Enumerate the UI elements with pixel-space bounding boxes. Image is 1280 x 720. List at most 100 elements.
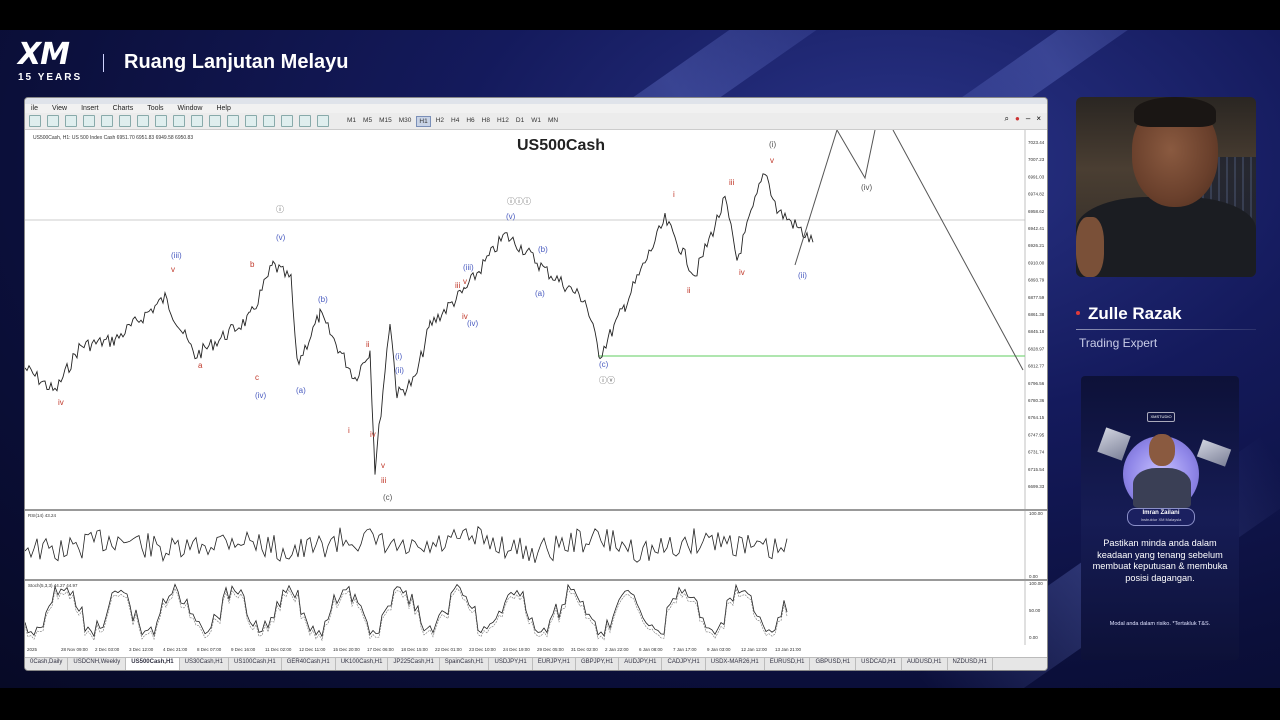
timeframe-button[interactable]: H12: [495, 116, 511, 127]
time-tick-label: 15 Dec 20:00: [333, 647, 360, 652]
terminal-icon[interactable]: [101, 115, 113, 127]
time-tick-label: 12 Jan 12:00: [741, 647, 768, 652]
vertical-line-icon[interactable]: [209, 115, 221, 127]
time-tick-label: 8 Dec 07:00: [197, 647, 222, 652]
ad-message: Pastikan minda anda dalam keadaan yang t…: [1092, 538, 1228, 583]
time-tick-label: 11 Dec 02:00: [265, 647, 292, 652]
timeframe-button[interactable]: H2: [434, 116, 446, 127]
rsi-line: [25, 525, 788, 563]
timeframe-button[interactable]: H4: [449, 116, 461, 127]
price-tick-label: 7023.44: [1028, 140, 1045, 145]
shapes-icon[interactable]: [317, 115, 329, 127]
chart-tab[interactable]: USDCNH,Weekly: [68, 658, 127, 670]
timeframe-button[interactable]: MN: [546, 116, 560, 127]
wave-label: (v): [276, 233, 286, 242]
chart-tab[interactable]: EURJPY,H1: [533, 658, 576, 670]
grid-icon[interactable]: [155, 115, 167, 127]
menu-item[interactable]: View: [52, 105, 67, 112]
chart-tab[interactable]: NZDUSD,H1: [948, 658, 993, 670]
menu-bar: ile View Insert Charts Tools Window Help: [25, 104, 1047, 113]
wave-label: b: [250, 260, 255, 269]
chart-tab[interactable]: US30Cash,H1: [180, 658, 229, 670]
zoom-in-icon[interactable]: [119, 115, 131, 127]
chart-tab[interactable]: GER40Cash,H1: [282, 658, 336, 670]
market-watch-icon[interactable]: [65, 115, 77, 127]
menu-item[interactable]: Charts: [113, 105, 134, 112]
timeframe-button[interactable]: D1: [514, 116, 526, 127]
notifications-icon[interactable]: ●: [1015, 114, 1020, 124]
chart-tab[interactable]: EURUSD,H1: [765, 658, 811, 670]
navigator-icon[interactable]: [83, 115, 95, 127]
cursor-icon[interactable]: [173, 115, 185, 127]
timeframe-button[interactable]: H6: [464, 116, 476, 127]
time-tick-label: 4 Dec 21:00: [163, 647, 188, 652]
chart-tab[interactable]: GBPUSD,H1: [810, 658, 857, 670]
menu-item[interactable]: ile: [31, 105, 38, 112]
presenter-camera: [1076, 97, 1256, 277]
logo-text: XM: [18, 37, 70, 72]
trendline-icon[interactable]: [245, 115, 257, 127]
time-tick-label: 3 Dec 12:00: [129, 647, 154, 652]
timeframe-button[interactable]: M30: [397, 116, 414, 127]
wave-label: v: [171, 265, 175, 274]
stoch-main-line: [25, 583, 788, 638]
price-tick-label: 6845.18: [1028, 329, 1045, 334]
search-icon[interactable]: ⌕: [1005, 114, 1009, 124]
chart-tab[interactable]: USDCAD,H1: [856, 658, 902, 670]
chart-tab[interactable]: USDX-MAR26,H1: [706, 658, 765, 670]
new-chart-icon[interactable]: [29, 115, 41, 127]
chart-tab[interactable]: JP225Cash,H1: [388, 658, 440, 670]
close-icon[interactable]: ×: [1036, 114, 1041, 124]
timeframe-button[interactable]: M5: [361, 116, 374, 127]
price-chart[interactable]: iv(iii)vabc(iv)(v)ⓘ(b)(a)iiiiiiivv(i)(ii…: [25, 129, 1047, 658]
crosshair-icon[interactable]: [191, 115, 203, 127]
rsi-scale-label: 0.00: [1029, 574, 1038, 579]
promo-card: XMSTUDIO Imran Zailani Instruktur XM Mal…: [1081, 376, 1239, 660]
menu-item[interactable]: Help: [216, 105, 230, 112]
menu-item[interactable]: Insert: [81, 105, 99, 112]
time-tick-label: 18 Dec 15:00: [401, 647, 428, 652]
chart-tab[interactable]: US500Cash,H1: [126, 658, 180, 670]
timeframe-button[interactable]: M1: [345, 116, 358, 127]
projection-line: [794, 129, 838, 266]
projection-line: [892, 129, 1024, 371]
wave-label: (iv): [467, 319, 478, 328]
horizontal-line-icon[interactable]: [227, 115, 239, 127]
presenter-hair: [1134, 97, 1216, 127]
wave-label: iv: [370, 430, 376, 439]
price-tick-label: 6991.03: [1028, 174, 1045, 179]
chart-area[interactable]: iv (iii) v a b c (iv) (v) ⓘ (b) (a) i ii iii iv v (i) (ii…: [25, 129, 1047, 658]
timeframe-button[interactable]: W1: [529, 116, 543, 127]
channel-icon[interactable]: [263, 115, 275, 127]
chart-tab[interactable]: AUDUSD,H1: [902, 658, 948, 670]
wave-label: v: [463, 277, 467, 286]
chart-tab[interactable]: CADJPY,H1: [662, 658, 706, 670]
chart-tab[interactable]: SpainCash,H1: [440, 658, 490, 670]
wave-label: (ii): [395, 366, 404, 375]
wave-label: v: [381, 461, 385, 470]
chart-tab[interactable]: UK100Cash,H1: [336, 658, 389, 670]
price-tick-label: 6715.54: [1028, 467, 1045, 472]
chart-tab[interactable]: USDJPY,H1: [489, 658, 533, 670]
minimize-icon[interactable]: –: [1026, 114, 1030, 124]
chart-tab[interactable]: 0Cash,Daily: [25, 658, 69, 670]
show-title: Ruang Lanjutan Melayu: [124, 51, 349, 73]
zoom-out-icon[interactable]: [137, 115, 149, 127]
chart-tab[interactable]: AUDJPY,H1: [619, 658, 663, 670]
fibonacci-icon[interactable]: [281, 115, 293, 127]
chart-tab[interactable]: GBPJPY,H1: [576, 658, 620, 670]
wave-label: ⓘ: [276, 205, 284, 214]
menu-item[interactable]: Tools: [147, 105, 163, 112]
ad-person-role: Instruktur XM Malaysia: [1140, 517, 1182, 522]
timeframe-button[interactable]: M15: [377, 116, 394, 127]
presenter-name: Zulle Razak: [1088, 304, 1182, 323]
timeframe-button[interactable]: H8: [480, 116, 492, 127]
wave-label: (c): [599, 360, 609, 369]
timeframe-button[interactable]: H1: [416, 115, 431, 127]
profiles-icon[interactable]: [47, 115, 59, 127]
projection-line: [836, 129, 876, 180]
menu-item[interactable]: Window: [178, 105, 203, 112]
chart-tab[interactable]: US100Cash,H1: [229, 658, 282, 670]
text-tool-icon[interactable]: [299, 115, 311, 127]
stoch-scale-label: 0.00: [1029, 635, 1038, 640]
